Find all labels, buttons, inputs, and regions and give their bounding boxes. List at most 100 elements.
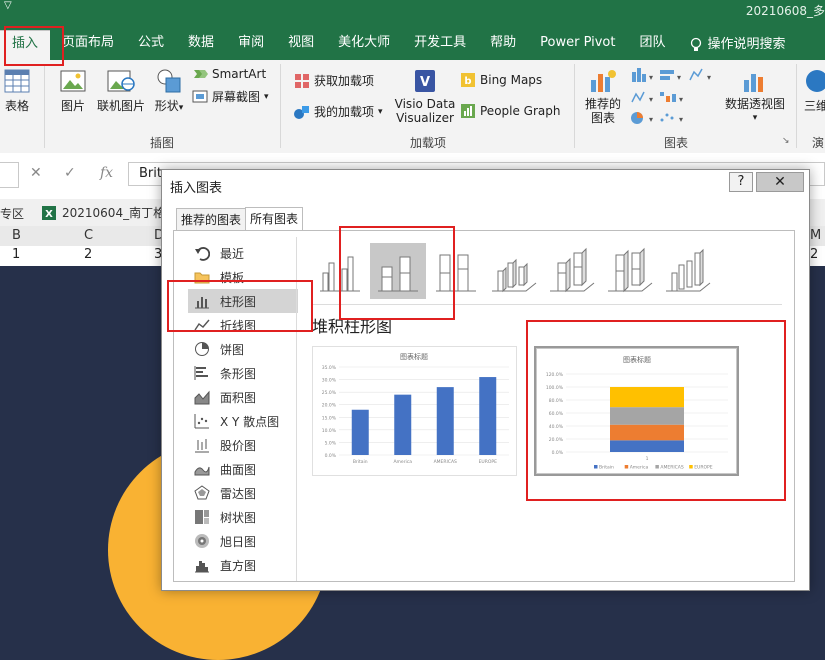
illustrations-group-label: 插图 [150,136,175,150]
chart-category-stock-chart[interactable]: 股价图 [188,433,298,457]
chart-type-gallery-icon[interactable]: ▾ ▾ ▾ ▾ ▾ ▾ ▾ [630,66,722,128]
chart-category-sunburst[interactable]: 旭日图 [188,529,298,553]
my-addins-button[interactable]: 我的加载项 ▾ [294,103,383,120]
undo-icon [195,247,210,261]
tab-data[interactable]: 数据 [176,30,226,60]
tell-me-search[interactable]: 操作说明搜索 [678,30,798,60]
cancel-icon[interactable]: ✕ [30,165,42,181]
addins-icon [294,105,309,119]
chart-category-bar-chart[interactable]: 条形图 [188,361,298,385]
subtype-3d-clustered-column[interactable] [486,243,542,299]
chart-category-histogram[interactable]: 直方图 [188,553,298,577]
y-tick-label: 5.0% [325,440,337,446]
workbook-tab[interactable]: X 20210604_南丁格 [42,204,165,221]
cell[interactable]: 2 [810,247,818,262]
clustered-column-icon [320,256,360,292]
workbook-tab-left[interactable]: 专区 [0,205,24,222]
tab-help[interactable]: 帮助 [478,30,528,60]
insert-chart-dialog: 插入图表 ? ✕ 推荐的图表 所有图表 最近 模板 柱形图 折线图 饼图 条形图 面积图 X … [161,169,810,591]
x-tick-label: EUROPE [479,459,498,465]
recommended-charts-button[interactable]: 推荐的图表 [584,68,622,125]
table-button[interactable]: 表格 [2,68,32,114]
subtype-3d-stacked-column[interactable] [544,243,600,299]
svg-text:▾: ▾ [649,73,653,82]
tab-page-layout[interactable]: 页面布局 [50,30,126,60]
chart-category-surface-chart[interactable]: 曲面图 [188,457,298,481]
y-tick-label: 25.0% [322,390,337,396]
chart-category-pie-chart[interactable]: 饼图 [188,337,298,361]
ribbon-separator [280,64,281,148]
subtype-3d-100-stacked-column[interactable] [602,243,658,299]
chart-title: 图表标题 [400,352,428,361]
cell[interactable]: 1 [12,247,20,262]
excel-file-icon: X [42,205,56,220]
bar [479,377,497,455]
people-graph-button[interactable]: People Graph [460,103,561,119]
chart-title: 图表标题 [623,355,651,364]
chart-category-area-chart[interactable]: 面积图 [188,385,298,409]
y-tick-label: 20.0% [549,437,564,443]
picture-icon [60,70,86,92]
visio-data-visualizer-button[interactable]: V Visio Data Visualizer [394,68,456,125]
x-tick-label: Britain [353,459,368,465]
title-bar: ▽ 20210608_多 插入 页面布局 公式 数据 审阅 视图 美化大师 开发… [0,0,825,60]
chart-category-label: 股价图 [220,438,257,453]
cell[interactable]: 2 [84,247,92,262]
3d-map-icon [806,70,825,92]
pivotchart-button[interactable]: 数据透视图 ▾ [724,68,786,125]
name-box[interactable] [0,162,19,188]
tab-insert[interactable]: 插入 [0,30,51,60]
chart-category-folder[interactable]: 模板 [188,265,298,289]
tab-team[interactable]: 团队 [628,30,678,60]
picture-button[interactable]: 图片 [56,68,90,114]
chart-category-line-chart[interactable]: 折线图 [188,313,298,337]
chart-preview-2[interactable]: 图表标题 0.0% 20.0% 40.0% 60.0% 80.0% 100.0% 120.0%… [534,346,739,476]
subtype-clustered-column[interactable] [312,243,368,299]
column-header[interactable]: M [810,228,821,243]
tab-beautify-master[interactable]: 美化大师 [326,30,402,60]
quick-access-dropdown-icon[interactable]: ▽ [4,0,12,11]
chart-category-radar-chart[interactable]: 雷达图 [188,481,298,505]
subtype-stacked-column[interactable] [370,243,426,299]
dialog-launcher-icon[interactable]: ↘ [782,136,790,146]
divider [312,304,782,305]
tab-developer[interactable]: 开发工具 [402,30,478,60]
get-addins-button[interactable]: 获取加载项 [294,72,374,89]
y-tick-label: 60.0% [549,411,564,417]
column-header[interactable]: B [12,228,21,243]
bing-maps-button[interactable]: b Bing Maps [460,72,542,88]
shapes-button[interactable]: 形状▾ [152,68,186,114]
chart-category-undo[interactable]: 最近 [188,241,298,265]
tab-power-pivot[interactable]: Power Pivot [528,30,627,60]
3d-map-button[interactable]: 三维 [804,68,825,114]
column-header[interactable]: C [84,228,93,243]
chart-category-treemap[interactable]: 树状图 [188,505,298,529]
chart-category-label: 树状图 [220,510,257,525]
chart-category-column-chart[interactable]: 柱形图 [188,289,298,313]
help-button[interactable]: ? [729,172,753,192]
stacked-bar-segment [610,440,684,452]
area-chart-icon [194,390,210,405]
subtype-100-stacked-column[interactable] [428,243,484,299]
sunburst-icon [195,534,209,548]
tab-review[interactable]: 审阅 [226,30,276,60]
y-tick-label: 0.0% [325,453,337,459]
tab-formulas[interactable]: 公式 [126,30,176,60]
chart-preview-1[interactable]: 图表标题 0.0% 5.0% 10.0% 15.0% 20.0% 25.0% 30.0% 35.… [312,346,517,476]
insert-function-icon[interactable]: fx [100,165,113,181]
enter-icon[interactable]: ✓ [64,165,76,181]
chart-category-scatter-chart[interactable]: X Y 散点图 [188,409,298,433]
screenshot-button[interactable]: 屏幕截图 ▾ [192,88,269,105]
close-button[interactable]: ✕ [756,172,804,192]
chart-category-label: 折线图 [220,318,257,333]
3d-100-stacked-column-icon [608,247,653,293]
chart-category-label: 模板 [220,270,245,285]
subtype-3d-column[interactable] [660,243,716,299]
tab-recommended-charts[interactable]: 推荐的图表 [176,208,247,230]
legend-swatch [655,465,659,469]
smartart-button[interactable]: SmartArt [192,66,266,82]
svg-text:▾: ▾ [679,95,683,104]
tab-view[interactable]: 视图 [276,30,326,60]
chart-category-list: 最近模板柱形图折线图饼图 条形图 面积图 X Y 散点图股价图曲面图 雷达图树状图旭日图… [188,241,298,577]
online-picture-button[interactable]: 联机图片 [96,68,146,114]
